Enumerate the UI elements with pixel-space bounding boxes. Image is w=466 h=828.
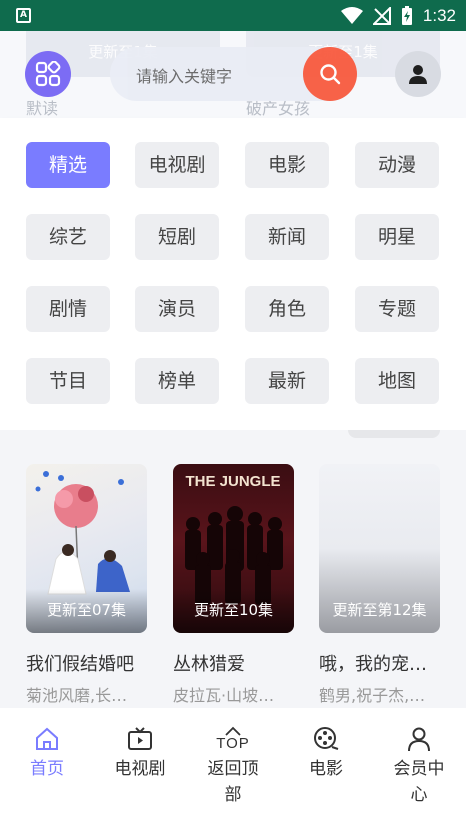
- app-notification-icon: A: [16, 8, 31, 23]
- episode-badge: 更新至07集: [26, 589, 147, 633]
- video-cast: 鹤男,祝子杰,…: [319, 686, 426, 705]
- home-icon: [36, 727, 58, 750]
- user-icon: [409, 65, 427, 84]
- category-14[interactable]: 最新: [245, 358, 329, 404]
- system-icons: 1:32: [340, 3, 456, 29]
- svg-text:THE JUNGLE: THE JUNGLE: [185, 473, 280, 490]
- category-4[interactable]: 综艺: [26, 214, 110, 260]
- bottom-navigation: 首页 电视剧 TOP 返回顶部 电影 会员中心: [0, 708, 466, 828]
- nav-label: 会员中心: [393, 759, 445, 805]
- episode-badge: 更新至第12集: [332, 601, 427, 619]
- search-bar[interactable]: 请输入关键字: [110, 47, 357, 101]
- nav-label: 电影: [309, 759, 343, 779]
- nav-movie[interactable]: 电影: [279, 722, 373, 782]
- battery-charging-icon: [401, 6, 412, 25]
- video-list-section: 更新至07集 THE JUNGLE 更新至10集 更新至第12集 我们假结婚吧 …: [0, 430, 466, 708]
- tv-icon: [128, 727, 152, 750]
- nav-label: 首页: [30, 759, 64, 779]
- category-0[interactable]: 精选: [26, 142, 110, 188]
- nav-tv[interactable]: 电视剧: [93, 722, 187, 782]
- video-title[interactable]: 我们假结婚吧: [26, 650, 147, 676]
- category-9[interactable]: 演员: [135, 286, 219, 332]
- search-input[interactable]: 请输入关键字: [136, 63, 232, 87]
- video-poster[interactable]: THE JUNGLE 更新至10集: [173, 464, 294, 633]
- film-reel-icon: [314, 727, 339, 750]
- grid-menu-icon: [35, 61, 61, 87]
- category-1[interactable]: 电视剧: [135, 142, 219, 188]
- category-7[interactable]: 明星: [355, 214, 439, 260]
- nav-member-center[interactable]: 会员中心: [372, 722, 466, 808]
- wifi-icon: [340, 7, 363, 24]
- nav-label: 返回顶部: [207, 759, 259, 805]
- category-3[interactable]: 动漫: [355, 142, 439, 188]
- video-poster[interactable]: 更新至第12集: [319, 464, 440, 633]
- category-15[interactable]: 地图: [355, 358, 439, 404]
- category-11[interactable]: 专题: [355, 286, 439, 332]
- category-5[interactable]: 短剧: [135, 214, 219, 260]
- category-10[interactable]: 角色: [245, 286, 329, 332]
- category-13[interactable]: 榜单: [135, 358, 219, 404]
- video-cast: 皮拉瓦·山坡…: [173, 686, 275, 705]
- nav-label: 电视剧: [114, 759, 166, 779]
- category-8[interactable]: 剧情: [26, 286, 110, 332]
- category-6[interactable]: 新闻: [245, 214, 329, 260]
- clock: 1:32: [422, 6, 456, 25]
- video-poster[interactable]: 更新至07集: [26, 464, 147, 633]
- video-title[interactable]: 丛林猎爱: [173, 650, 294, 676]
- search-button[interactable]: [303, 47, 357, 101]
- nav-home[interactable]: 首页: [0, 722, 94, 782]
- episode-badge: 更新至10集: [173, 589, 294, 633]
- video-title[interactable]: 哦，我的宠…: [319, 650, 440, 676]
- top-text: TOP: [216, 735, 250, 752]
- banner-title: 默读: [26, 99, 59, 118]
- search-icon: [320, 64, 341, 85]
- status-bar: A 1:32: [0, 0, 466, 31]
- video-cast: 菊池风磨,长…: [26, 686, 128, 705]
- user-profile-button[interactable]: [395, 51, 441, 97]
- category-menu-button[interactable]: [25, 51, 71, 97]
- more-tab[interactable]: [348, 430, 440, 438]
- category-panel: 精选 电视剧 电影 动漫综艺 短剧 新闻 明星剧情 演员 角色 专题节目 榜单 最新 地图: [0, 118, 466, 430]
- category-2[interactable]: 电影: [245, 142, 329, 188]
- user-center-icon: [408, 727, 430, 752]
- nav-back-to-top[interactable]: TOP 返回顶部: [186, 722, 280, 808]
- category-12[interactable]: 节目: [26, 358, 110, 404]
- no-signal-icon: [372, 7, 391, 25]
